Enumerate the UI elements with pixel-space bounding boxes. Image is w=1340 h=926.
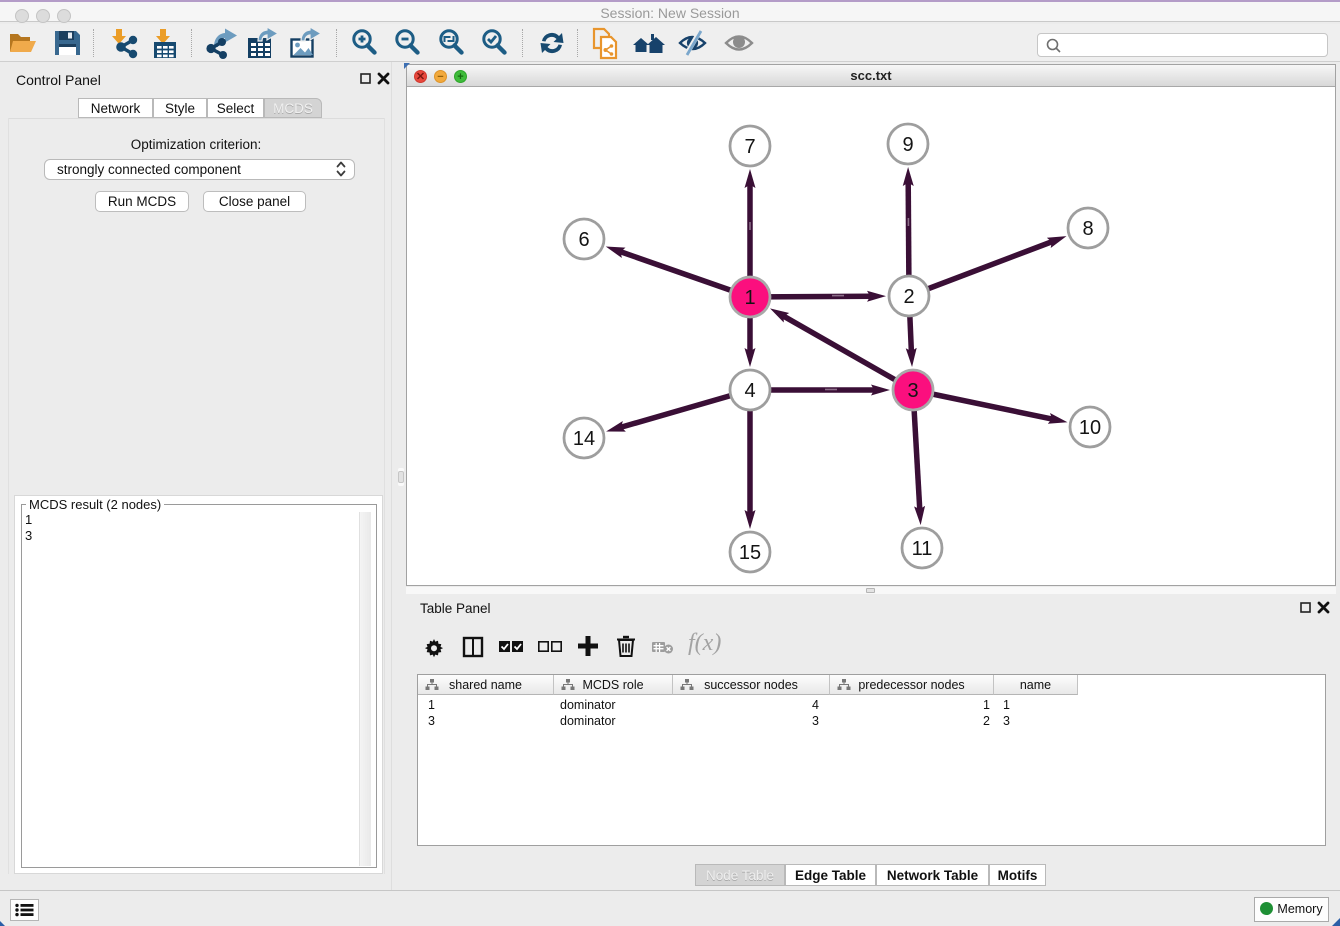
svg-text:11: 11: [912, 538, 933, 560]
svg-text:2: 2: [903, 286, 914, 308]
svg-text:9: 9: [902, 134, 913, 156]
svg-text:4: 4: [744, 380, 755, 402]
svg-text:10: 10: [1079, 417, 1101, 439]
svg-text:1: 1: [744, 287, 755, 309]
svg-text:15: 15: [739, 542, 761, 564]
svg-text:7: 7: [744, 136, 755, 158]
svg-text:3: 3: [907, 380, 918, 402]
svg-text:6: 6: [578, 229, 589, 251]
svg-text:14: 14: [573, 428, 595, 450]
svg-text:8: 8: [1082, 218, 1093, 240]
